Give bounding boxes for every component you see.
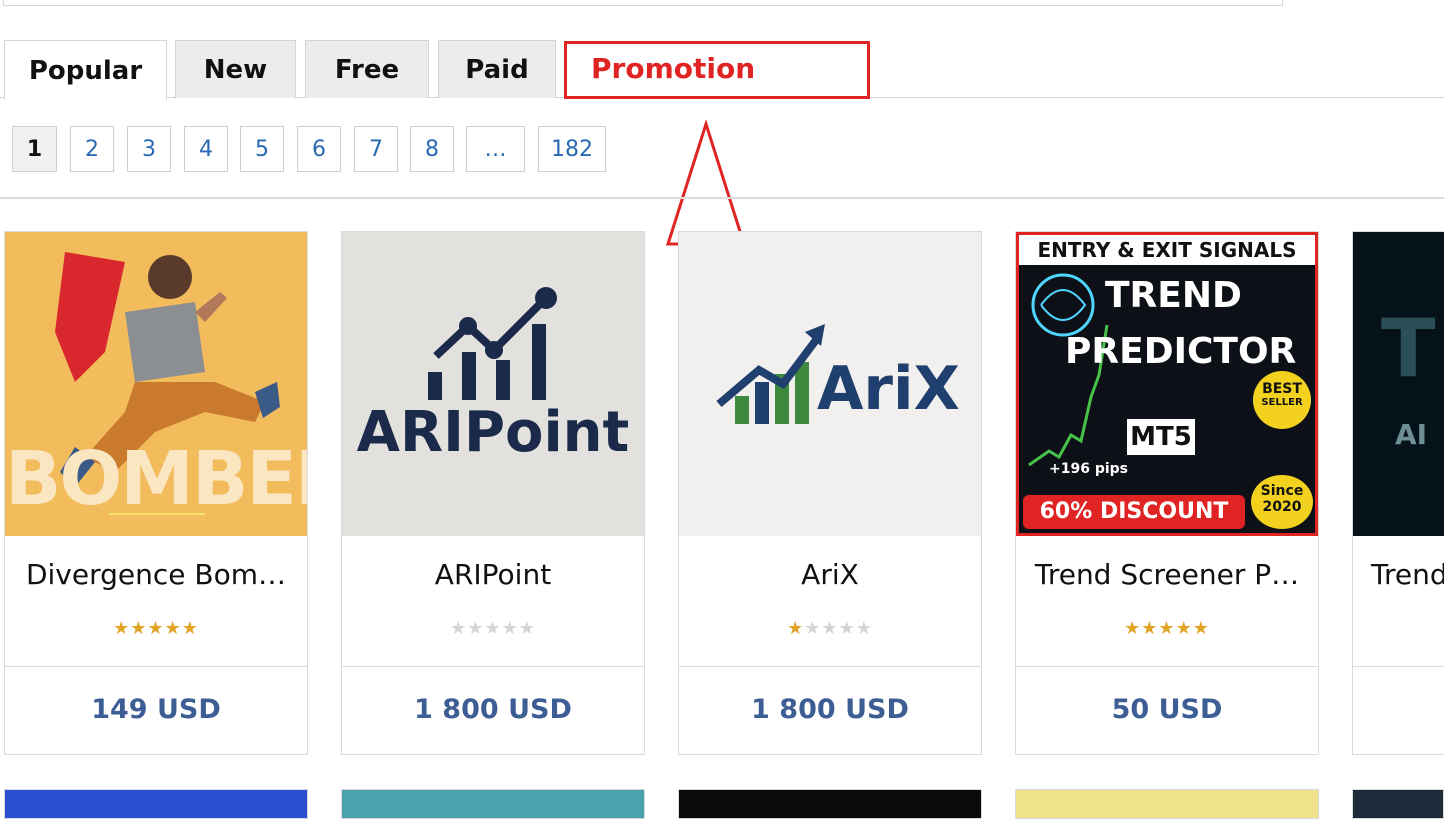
product-card[interactable]: T AI Trend xyxy=(1352,231,1444,755)
product-name[interactable]: Trend xyxy=(1371,558,1444,591)
page-link-4[interactable]: 4 xyxy=(184,126,228,172)
product-price: 1 800 USD xyxy=(751,694,909,725)
product-name[interactable]: ARIPoint xyxy=(354,558,632,591)
logo-underline xyxy=(109,513,205,515)
banner-top-text: ENTRY & EXIT SIGNALS xyxy=(1019,235,1315,265)
page-link-5[interactable]: 5 xyxy=(240,126,284,172)
card-separator xyxy=(342,666,644,667)
product-logo-text: T xyxy=(1381,302,1436,395)
star-icon: ★ xyxy=(181,618,199,639)
rating-stars: ★★★★★ xyxy=(679,618,981,639)
card-separator xyxy=(5,666,307,667)
star-icon: ★ xyxy=(804,618,822,639)
rating-stars: ★★★★★ xyxy=(342,618,644,639)
product-image: BOMBER xyxy=(5,232,307,536)
page-link-8[interactable]: 8 xyxy=(410,126,454,172)
star-icon: ★ xyxy=(484,618,502,639)
star-icon: ★ xyxy=(164,618,182,639)
product-image: AriX xyxy=(679,232,981,536)
platform-badge: MT5 xyxy=(1127,419,1195,455)
product-logo-subtext: AI xyxy=(1395,418,1428,451)
star-icon: ★ xyxy=(130,618,148,639)
star-icon: ★ xyxy=(113,618,131,639)
rating-stars: ★★★★★ xyxy=(1016,618,1318,639)
product-price: 50 USD xyxy=(1111,694,1223,725)
product-name[interactable]: Divergence Bom… xyxy=(17,558,295,591)
product-card[interactable] xyxy=(341,789,645,819)
product-card[interactable]: AriX AriX ★★★★★ 1 800 USD xyxy=(678,231,982,755)
product-card[interactable] xyxy=(678,789,982,819)
product-price: 1 800 USD xyxy=(414,694,572,725)
product-price: 149 USD xyxy=(91,694,221,725)
page-link-3[interactable]: 3 xyxy=(127,126,171,172)
page-link-2[interactable]: 2 xyxy=(70,126,114,172)
tab-paid[interactable]: Paid xyxy=(438,40,556,98)
discount-banner: 60% DISCOUNT xyxy=(1023,495,1245,529)
tab-new[interactable]: New xyxy=(175,40,296,98)
rating-stars: ★★★★★ xyxy=(5,618,307,639)
star-icon: ★ xyxy=(1175,618,1193,639)
star-icon: ★ xyxy=(855,618,873,639)
since-badge: Since 2020 xyxy=(1251,475,1313,529)
star-icon: ★ xyxy=(821,618,839,639)
product-card[interactable]: ENTRY & EXIT SIGNALS TREND PREDICTOR MT5… xyxy=(1015,231,1319,755)
star-icon: ★ xyxy=(838,618,856,639)
product-name[interactable]: Trend Screener P… xyxy=(1028,558,1306,591)
card-separator xyxy=(1016,666,1318,667)
page-link-7[interactable]: 7 xyxy=(354,126,398,172)
star-icon: ★ xyxy=(147,618,165,639)
product-card[interactable]: ARIPoint ARIPoint ★★★★★ 1 800 USD xyxy=(341,231,645,755)
product-image: ARIPoint xyxy=(342,232,644,536)
pips-text: +196 pips xyxy=(1049,461,1129,477)
star-icon: ★ xyxy=(1124,618,1142,639)
product-image: T AI xyxy=(1353,232,1444,536)
banner-title-2: PREDICTOR xyxy=(1065,331,1297,372)
product-logo-text: BOMBER xyxy=(5,436,307,522)
product-logo-text: ARIPoint xyxy=(356,400,630,465)
star-icon: ★ xyxy=(1158,618,1176,639)
page-link-last[interactable]: 182 xyxy=(538,126,606,172)
page-link-6[interactable]: 6 xyxy=(297,126,341,172)
product-card[interactable] xyxy=(4,789,308,819)
star-icon: ★ xyxy=(501,618,519,639)
star-icon: ★ xyxy=(518,618,536,639)
star-icon: ★ xyxy=(450,618,468,639)
tab-promotion[interactable]: Promotion xyxy=(564,41,870,99)
star-icon: ★ xyxy=(1192,618,1210,639)
product-name[interactable]: AriX xyxy=(691,558,969,591)
product-card[interactable]: BOMBER Divergence Bom… ★★★★★ 149 USD xyxy=(4,231,308,755)
tab-free[interactable]: Free xyxy=(305,40,429,98)
product-card[interactable] xyxy=(1352,789,1444,819)
product-logo-text: AriX xyxy=(817,354,960,424)
card-separator xyxy=(679,666,981,667)
product-card[interactable] xyxy=(1015,789,1319,819)
star-icon: ★ xyxy=(467,618,485,639)
section-divider xyxy=(0,197,1444,199)
product-image: ENTRY & EXIT SIGNALS TREND PREDICTOR MT5… xyxy=(1016,232,1318,536)
banner-title-1: TREND xyxy=(1105,275,1242,316)
card-separator xyxy=(1353,666,1444,667)
page-ellipsis[interactable]: … xyxy=(466,126,525,172)
tab-popular[interactable]: Popular xyxy=(4,40,167,100)
page-current: 1 xyxy=(12,126,57,172)
star-icon: ★ xyxy=(787,618,805,639)
category-tabs: Popular New Free Paid Promotion xyxy=(0,0,1444,100)
best-seller-badge: BEST SELLER xyxy=(1253,371,1311,429)
chart-logo-icon xyxy=(428,287,557,400)
star-icon: ★ xyxy=(1141,618,1159,639)
